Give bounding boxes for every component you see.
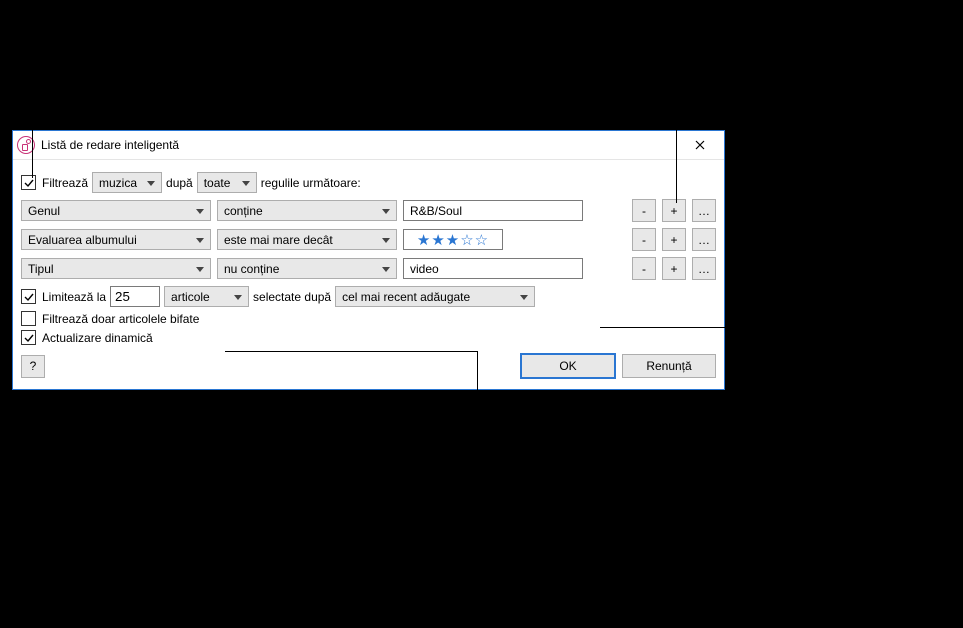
titlebar: Listă de redare inteligentă [13, 131, 724, 160]
rule-value-text: video [410, 262, 439, 276]
rule-operator-select[interactable]: conține [217, 200, 397, 221]
rule-field-select[interactable]: Genul [21, 200, 211, 221]
dialog-footer: ? OK Renunță [21, 353, 716, 379]
star-icon: ☆ [460, 231, 474, 249]
rule-field-select[interactable]: Tipul [21, 258, 211, 279]
filter-checkbox[interactable] [21, 175, 36, 190]
rule-add-button[interactable]: + [662, 257, 686, 280]
limit-label: Limitează la [42, 290, 106, 304]
star-icon: ★ [431, 231, 445, 249]
cancel-button-label: Renunță [646, 359, 691, 373]
filter-source-select[interactable]: muzica [92, 172, 162, 193]
star-icon: ☆ [475, 231, 489, 249]
checked-only-label: Filtrează doar articolele bifate [42, 312, 199, 326]
rule-value-input[interactable]: video [403, 258, 583, 279]
rules-container: GenulconțineR&B/Soul-+…Evaluarea albumul… [21, 199, 716, 280]
limit-unit-value: articole [171, 290, 210, 304]
live-update-label: Actualizare dinamică [42, 331, 153, 345]
rule-operator-value: nu conține [224, 262, 279, 276]
cancel-button[interactable]: Renunță [622, 354, 716, 378]
rule-value-text: R&B/Soul [410, 204, 462, 218]
filter-match-select[interactable]: toate [197, 172, 257, 193]
checked-only-row: Filtrează doar articolele bifate [21, 311, 716, 326]
rule-field-value: Genul [28, 204, 60, 218]
rule-field-value: Evaluarea albumului [28, 233, 137, 247]
rule-row: Genul conține R&B/Soul -+ … [21, 199, 716, 222]
rule-operator-value: conține [224, 204, 263, 218]
rule-operator-select[interactable]: nu conține [217, 258, 397, 279]
rule-row: Tipul nu conține video -+ … [21, 257, 716, 280]
callout-line [32, 0, 33, 178]
rule-add-button[interactable]: + [662, 228, 686, 251]
filter-suffix-label: regulile următoare: [261, 176, 361, 190]
callout-line [664, 0, 665, 115]
rule-more-button[interactable]: … [692, 199, 716, 222]
rule-more-button[interactable]: … [692, 228, 716, 251]
rule-add-button[interactable]: + [662, 199, 686, 222]
dialog-title: Listă de redare inteligentă [41, 138, 680, 152]
rule-field-select[interactable]: Evaluarea albumului [21, 229, 211, 250]
rule-operator-select[interactable]: este mai mare decât [217, 229, 397, 250]
check-icon [24, 292, 34, 302]
callout-line [12, 410, 20, 411]
rule-field-value: Tipul [28, 262, 54, 276]
help-button-label: ? [30, 359, 37, 373]
filter-source-value: muzica [99, 176, 137, 190]
rule-remove-button[interactable]: - [632, 228, 656, 251]
limit-unit-select[interactable]: articole [164, 286, 249, 307]
filter-label: Filtrează [42, 176, 88, 190]
callout-line [477, 351, 478, 501]
help-button[interactable]: ? [21, 355, 45, 378]
check-icon [24, 178, 34, 188]
limit-checkbox[interactable] [21, 289, 36, 304]
ok-button-label: OK [559, 359, 576, 373]
rule-remove-button[interactable]: - [632, 257, 656, 280]
close-button[interactable] [680, 133, 720, 157]
rule-operator-value: este mai mare decât [224, 233, 333, 247]
callout-bracket [638, 115, 716, 116]
check-icon [24, 333, 34, 343]
live-update-row: Actualizare dinamică [21, 330, 716, 345]
star-icon: ★ [417, 231, 431, 249]
filter-match-value: toate [204, 176, 231, 190]
rule-value-input[interactable]: R&B/Soul [403, 200, 583, 221]
limit-count-input[interactable] [110, 286, 160, 307]
limit-by-value: cel mai recent adăugate [342, 290, 470, 304]
callout-line [600, 327, 780, 328]
limit-by-select[interactable]: cel mai recent adăugate [335, 286, 535, 307]
live-update-checkbox[interactable] [21, 330, 36, 345]
checked-only-checkbox[interactable] [21, 311, 36, 326]
limit-row: Limitează la articole selectate după cel… [21, 286, 716, 307]
callout-line [225, 351, 477, 352]
callout-line [12, 410, 13, 500]
filter-row: Filtrează muzica după toate regulile urm… [21, 172, 716, 193]
star-icon: ★ [446, 231, 460, 249]
callout-line [676, 115, 677, 203]
ok-button[interactable]: OK [520, 353, 616, 379]
filter-after-label: după [166, 176, 193, 190]
limit-selected-label: selectate după [253, 290, 331, 304]
callout-line [780, 315, 781, 340]
rule-more-button[interactable]: … [692, 257, 716, 280]
rule-rating-input[interactable]: ★★★☆☆ [403, 229, 503, 250]
rule-row: Evaluarea albumuluieste mai mare decât★★… [21, 228, 716, 251]
close-icon [695, 140, 705, 150]
rule-remove-button[interactable]: - [632, 199, 656, 222]
